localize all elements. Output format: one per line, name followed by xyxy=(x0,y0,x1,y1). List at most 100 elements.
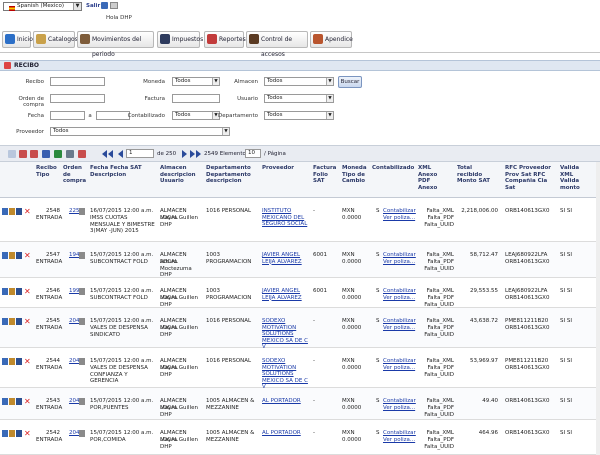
attachment-icon[interactable] xyxy=(79,252,85,259)
nav-control-accesos[interactable]: Control de accesos xyxy=(246,31,308,58)
print-icon[interactable] xyxy=(110,2,118,9)
view-icon[interactable] xyxy=(9,288,15,295)
contabilizado-select[interactable]: Todos ▼ xyxy=(172,111,220,120)
document-icon[interactable] xyxy=(16,208,22,215)
page-input[interactable]: 1 xyxy=(126,149,154,158)
proveedor-link[interactable]: INSTITUTO MEXICANO DEL SEGURO SOCIAL xyxy=(262,208,310,228)
col-orden[interactable]: Orden de compra xyxy=(63,165,87,185)
nav-movimientos[interactable]: Movimientos del periodo xyxy=(77,31,154,58)
contabilizar-link[interactable]: Contabilizar xyxy=(383,430,417,437)
view-icon[interactable] xyxy=(9,208,15,215)
col-fecha[interactable]: Fecha Fecha SAT Descripcion xyxy=(90,165,152,178)
table-row[interactable]: ✕ 2547 ENTRADA 1947 15/07/2015 12:00 a.m. SUB… xyxy=(0,242,600,278)
delete-icon[interactable]: ✕ xyxy=(24,358,31,366)
ver-poliza-link[interactable]: Ver poliza... xyxy=(383,365,417,372)
document-icon[interactable] xyxy=(16,252,22,259)
col-xml[interactable]: XML Anexo PDF Anexo xyxy=(418,165,450,191)
moneda-select[interactable]: Todos ▼ xyxy=(172,77,220,86)
attachment-icon[interactable] xyxy=(79,358,85,365)
proveedor-link[interactable]: JAVIER ANGEL LEIJA ALVAREZ xyxy=(262,288,310,301)
departamento-select[interactable]: Todos ▼ xyxy=(264,111,334,120)
table-row[interactable]: ✕ 2545 ENTRADA 2044 15/07/2015 12:00 a.m. VAL… xyxy=(0,308,600,351)
almacen-select[interactable]: Todos ▼ xyxy=(264,77,334,86)
view-icon[interactable] xyxy=(9,358,15,365)
view-icon[interactable] xyxy=(9,430,15,437)
proveedor-link[interactable]: AL PORTADOR xyxy=(262,398,310,405)
edit-icon[interactable] xyxy=(2,318,8,325)
table-row[interactable]: ✕ 2543 ENTRADA 2049 15/07/2015 12:00 a.m. POR… xyxy=(0,388,600,420)
col-factura[interactable]: Factura Folio SAT xyxy=(313,165,339,185)
edit-icon[interactable] xyxy=(2,252,8,259)
next-page-icon[interactable] xyxy=(182,150,187,158)
logout-button[interactable]: Salir xyxy=(86,2,109,9)
view-icon[interactable] xyxy=(9,252,15,259)
contabilizar-link[interactable]: Contabilizar xyxy=(383,288,417,295)
col-contabilizado[interactable]: Contabilizado xyxy=(372,165,414,172)
pdf-icon[interactable] xyxy=(19,150,27,158)
edit-icon[interactable] xyxy=(2,398,8,405)
edit-icon[interactable] xyxy=(2,358,8,365)
delete-icon[interactable]: ✕ xyxy=(24,208,31,216)
col-moneda[interactable]: Moneda Tipo de Cambio xyxy=(342,165,368,185)
buscar-button[interactable]: Buscar xyxy=(338,76,362,88)
prev-page-icon[interactable] xyxy=(118,150,123,158)
copy-icon[interactable] xyxy=(66,150,74,158)
delete-icon[interactable]: ✕ xyxy=(24,430,31,438)
ver-poliza-link[interactable]: Ver poliza... xyxy=(383,405,417,412)
excel-icon[interactable] xyxy=(54,150,62,158)
contabilizar-link[interactable]: Contabilizar xyxy=(383,318,417,325)
delete-icon[interactable]: ✕ xyxy=(24,398,31,406)
last-page-icon[interactable] xyxy=(196,150,201,158)
col-valida[interactable]: Valida XML Valida monto xyxy=(560,165,592,191)
edit-icon[interactable] xyxy=(2,208,8,215)
document-icon[interactable] xyxy=(16,398,22,405)
nav-catalogos[interactable]: Catalogos xyxy=(33,31,78,48)
table-row[interactable]: ✕ 2548 ENTRADA 2252 16/07/2015 12:00 a.m. IMS… xyxy=(0,198,600,242)
view-icon[interactable] xyxy=(9,398,15,405)
document-icon[interactable] xyxy=(16,430,22,437)
delete-icon[interactable]: ✕ xyxy=(24,318,31,326)
prev-fast-icon[interactable] xyxy=(108,150,113,158)
ver-poliza-link[interactable]: Ver poliza... xyxy=(383,259,417,266)
document-icon[interactable] xyxy=(16,288,22,295)
proveedor-link[interactable]: AL PORTADOR xyxy=(262,430,310,437)
table-row[interactable]: ✕ 2546 ENTRADA 1999 15/07/2015 12:00 a.m. SUB… xyxy=(0,278,600,308)
attachment-icon[interactable] xyxy=(79,398,85,405)
proveedor-link[interactable]: SODEXO MOTIVATION SOLUTIONS MEXICO SA DE… xyxy=(262,318,310,351)
col-total[interactable]: Total recibido Monto SAT xyxy=(457,165,497,185)
nav-apendice[interactable]: Apendice xyxy=(310,31,353,48)
attachment-icon[interactable] xyxy=(79,430,85,437)
col-rfc[interactable]: RFC Proveedor Prov Sat RFC Compañia Cia … xyxy=(505,165,555,191)
nav-reportes[interactable]: Reportes xyxy=(204,31,246,48)
proveedor-select[interactable]: Todos ▼ xyxy=(50,127,230,136)
contabilizar-link[interactable]: Contabilizar xyxy=(383,398,417,405)
attachment-icon[interactable] xyxy=(79,318,85,325)
nav-impuestos[interactable]: Impuestos xyxy=(157,31,203,48)
edit-icon[interactable] xyxy=(2,430,8,437)
ver-poliza-link[interactable]: Ver poliza... xyxy=(383,215,417,222)
contabilizar-link[interactable]: Contabilizar xyxy=(383,208,417,215)
nav-inicio[interactable]: Inicio xyxy=(2,31,33,48)
ver-poliza-link[interactable]: Ver poliza... xyxy=(383,295,417,302)
usuario-select[interactable]: Todos ▼ xyxy=(264,94,334,103)
orden-input[interactable] xyxy=(50,94,105,103)
refresh-icon[interactable] xyxy=(78,150,86,158)
contabilizar-link[interactable]: Contabilizar xyxy=(383,358,417,365)
fecha-from-input[interactable] xyxy=(50,111,85,120)
col-almacen[interactable]: Almacen descripcion Usuario xyxy=(160,165,204,185)
new-doc-icon[interactable] xyxy=(8,150,16,158)
language-select[interactable]: Spanish (Mexico) ▼ xyxy=(3,2,82,11)
edit-icon[interactable] xyxy=(2,288,8,295)
recibo-input[interactable] xyxy=(50,77,105,86)
table-row[interactable]: ✕ 2544 ENTRADA 2045 15/07/2015 12:00 a.m. VAL… xyxy=(0,348,600,391)
proveedor-link[interactable]: JAVIER ANGEL LEIJA ALVAREZ xyxy=(262,252,310,265)
ver-poliza-link[interactable]: Ver poliza... xyxy=(383,437,417,444)
table-row[interactable]: ✕ 2542 ENTRADA 2041 15/07/2015 12:00 a.m. POR… xyxy=(0,420,600,455)
per-page-input[interactable]: 10 xyxy=(245,149,261,158)
first-page-icon[interactable] xyxy=(102,150,107,158)
factura-input[interactable] xyxy=(172,94,220,103)
col-departamento[interactable]: Departamento Departamento descripcion xyxy=(206,165,258,185)
proveedor-link[interactable]: SODEXO MOTIVATION SOLUTIONS MEXICO SA DE… xyxy=(262,358,310,391)
delete-icon[interactable]: ✕ xyxy=(24,288,31,296)
attachment-icon[interactable] xyxy=(79,208,85,215)
